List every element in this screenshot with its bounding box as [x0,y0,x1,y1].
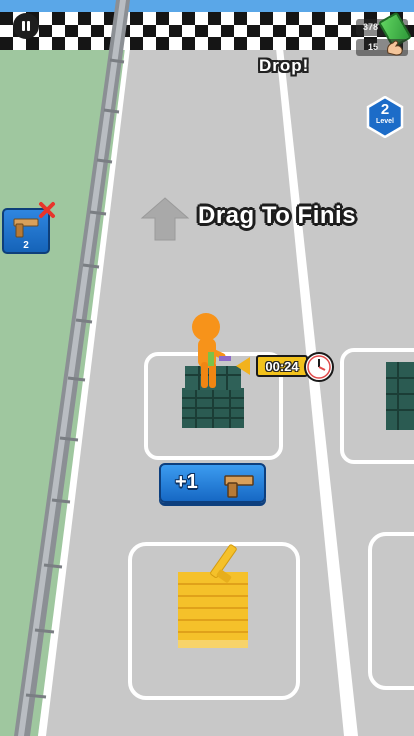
drop-label: Drop! [259,56,310,75]
finish-line [0,12,414,50]
game-scene [0,0,414,736]
cash-counter: 378 [356,11,413,49]
strength-amount: 15 [367,42,378,52]
plus-one-label: +1 [175,471,198,493]
sky-strip [0,0,414,12]
cash-amount: 378 [362,22,378,32]
close-icon[interactable] [38,201,56,219]
plus-one-weapon-button[interactable]: +1 [159,463,266,503]
timer-value: 00:24 [265,359,299,374]
level-label: Level [376,118,394,125]
weapon-count: 2 [23,240,29,251]
level-number: 2 [380,101,390,118]
muscle-icon [387,40,403,56]
timer-pointer-icon [236,357,250,375]
level-badge[interactable]: 2 Level [366,95,404,139]
clock-icon [304,352,334,382]
timer-tag: 00:24 [256,355,308,377]
strength-counter: 15 [356,39,408,56]
pause-button[interactable] [13,13,39,39]
crate-stack-right [386,362,414,430]
instruction-text: Drag To Finis [198,202,357,229]
pistol-icon [224,475,254,498]
